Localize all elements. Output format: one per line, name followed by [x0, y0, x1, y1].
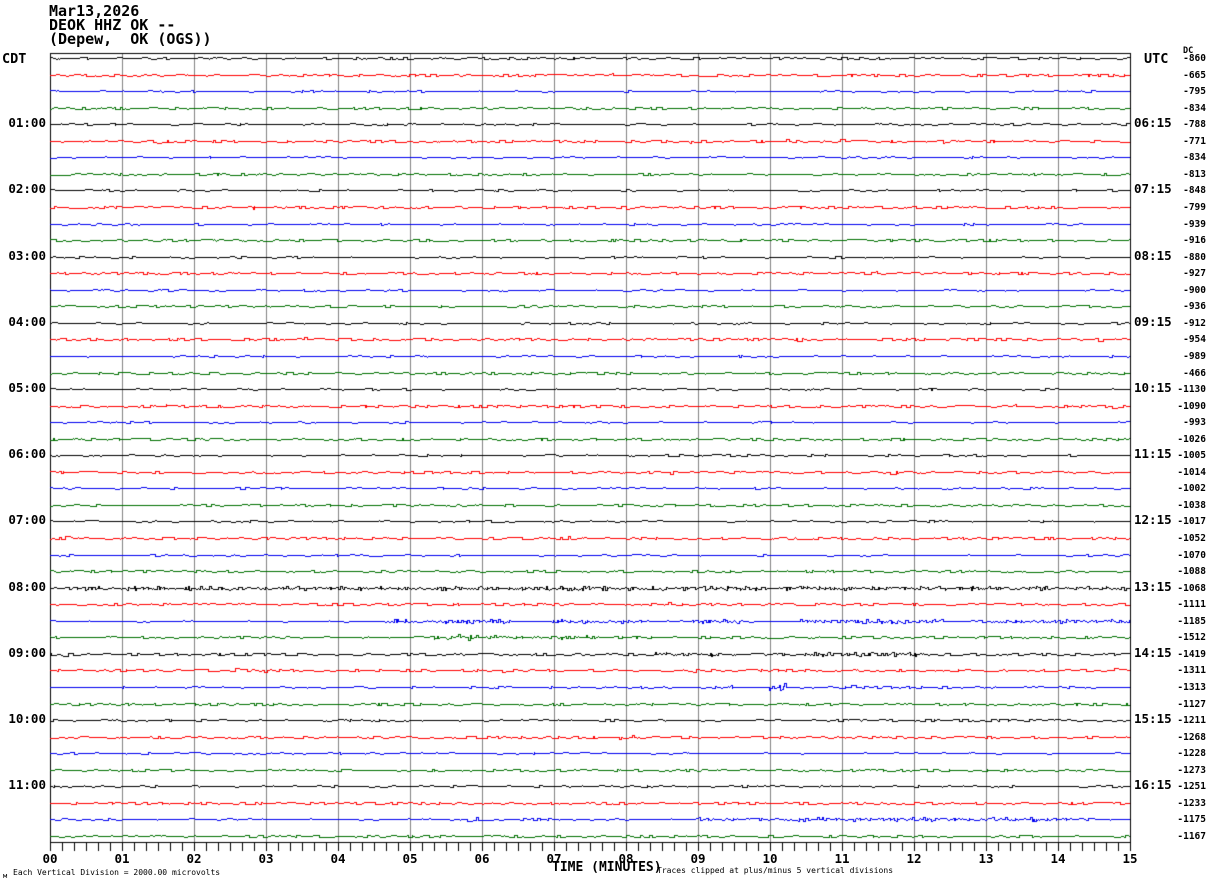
dc-offset-value: -1017 [1177, 516, 1206, 527]
cdt-time-label: 02:00 [8, 181, 46, 196]
x-tick-label: 03 [258, 851, 274, 866]
dc-offset-value: -989 [1183, 351, 1206, 362]
axis-labels-layer: 01:00 02:00 03:00 04:00 05:00 06:00 07:00 08:00… [0, 0, 1210, 886]
dc-offset-value: -860 [1183, 53, 1206, 64]
dc-offset-value: -1273 [1177, 765, 1206, 776]
dc-offset-value: -1052 [1177, 533, 1206, 544]
dc-offset-value: -466 [1183, 368, 1206, 379]
dc-offset-value: -927 [1183, 268, 1206, 279]
dc-offset-value: -900 [1183, 285, 1206, 296]
x-tick-label: 06 [474, 851, 490, 866]
dc-offset-value: -799 [1183, 202, 1206, 213]
dc-offset-value: -1111 [1177, 599, 1206, 610]
footer-clip-note: Traces clipped at plus/minus 5 vertical … [657, 866, 894, 875]
dc-offset-value: -665 [1183, 70, 1206, 81]
dc-offset-value: -1311 [1177, 665, 1206, 676]
x-tick-label: 11 [834, 851, 850, 866]
helicorder-page: Mar13,2026 DEOK HHZ OK -- (Depew, OK (OG… [0, 0, 1210, 886]
x-tick-label: 02 [186, 851, 202, 866]
cdt-time-label: 11:00 [8, 777, 46, 792]
dc-offset-value: -936 [1183, 301, 1206, 312]
dc-offset-value: -916 [1183, 235, 1206, 246]
dc-offset-value: -1313 [1177, 682, 1206, 693]
dc-offset-value: -1228 [1177, 748, 1206, 759]
x-tick-label: 15 [1122, 851, 1138, 866]
dc-offset-value: -795 [1183, 86, 1206, 97]
dc-offset-value: -1088 [1177, 566, 1206, 577]
dc-offset-value: -1175 [1177, 814, 1206, 825]
footer-watermark: м [3, 872, 8, 880]
dc-offset-value: -1014 [1177, 467, 1206, 478]
dc-offset-value: -1512 [1177, 632, 1206, 643]
dc-offset-value: -1233 [1177, 798, 1206, 809]
cdt-time-label: 09:00 [8, 645, 46, 660]
dc-offset-value: -912 [1183, 318, 1206, 329]
dc-offset-value: -1185 [1177, 616, 1206, 627]
x-tick-label: 04 [330, 851, 346, 866]
dc-offset-value: -1268 [1177, 732, 1206, 743]
dc-offset-value: -1026 [1177, 434, 1206, 445]
cdt-time-label: 05:00 [8, 380, 46, 395]
dc-offset-value: -1211 [1177, 715, 1206, 726]
dc-offset-value: -1167 [1177, 831, 1206, 842]
dc-offset-value: -1419 [1177, 649, 1206, 660]
dc-offset-value: -1090 [1177, 401, 1206, 412]
dc-offset-value: -880 [1183, 252, 1206, 263]
dc-offset-value: -1002 [1177, 483, 1206, 494]
dc-offset-value: -834 [1183, 152, 1206, 163]
dc-offset-value: -813 [1183, 169, 1206, 180]
x-tick-label: 10 [762, 851, 778, 866]
cdt-time-label: 03:00 [8, 248, 46, 263]
x-tick-label: 12 [906, 851, 922, 866]
cdt-time-label: 06:00 [8, 446, 46, 461]
dc-offset-value: -993 [1183, 417, 1206, 428]
cdt-time-label: 10:00 [8, 711, 46, 726]
dc-offset-value: -1070 [1177, 550, 1206, 561]
dc-offset-value: -1005 [1177, 450, 1206, 461]
dc-offset-value: -1127 [1177, 699, 1206, 710]
x-tick-label: 13 [978, 851, 994, 866]
x-tick-label: 05 [402, 851, 418, 866]
x-axis-title: TIME (MINUTES) [552, 860, 662, 875]
dc-offset-value: -848 [1183, 185, 1206, 196]
dc-offset-value: -771 [1183, 136, 1206, 147]
cdt-time-label: 08:00 [8, 579, 46, 594]
x-tick-label: 14 [1050, 851, 1066, 866]
cdt-time-label: 04:00 [8, 314, 46, 329]
dc-offset-value: -1130 [1177, 384, 1206, 395]
x-tick-label: 09 [690, 851, 706, 866]
dc-offset-value: -1251 [1177, 781, 1206, 792]
dc-offset-value: -834 [1183, 103, 1206, 114]
x-tick-label: 00 [42, 851, 58, 866]
dc-offset-value: -1068 [1177, 583, 1206, 594]
dc-offset-value: -939 [1183, 219, 1206, 230]
cdt-time-label: 01:00 [8, 115, 46, 130]
dc-offset-value: -788 [1183, 119, 1206, 130]
dc-offset-value: -1038 [1177, 500, 1206, 511]
x-tick-label: 01 [114, 851, 130, 866]
dc-offset-value: -954 [1183, 334, 1206, 345]
footer-division-note: Each Vertical Division = 2000.00 microvo… [13, 868, 221, 877]
cdt-time-label: 07:00 [8, 512, 46, 527]
